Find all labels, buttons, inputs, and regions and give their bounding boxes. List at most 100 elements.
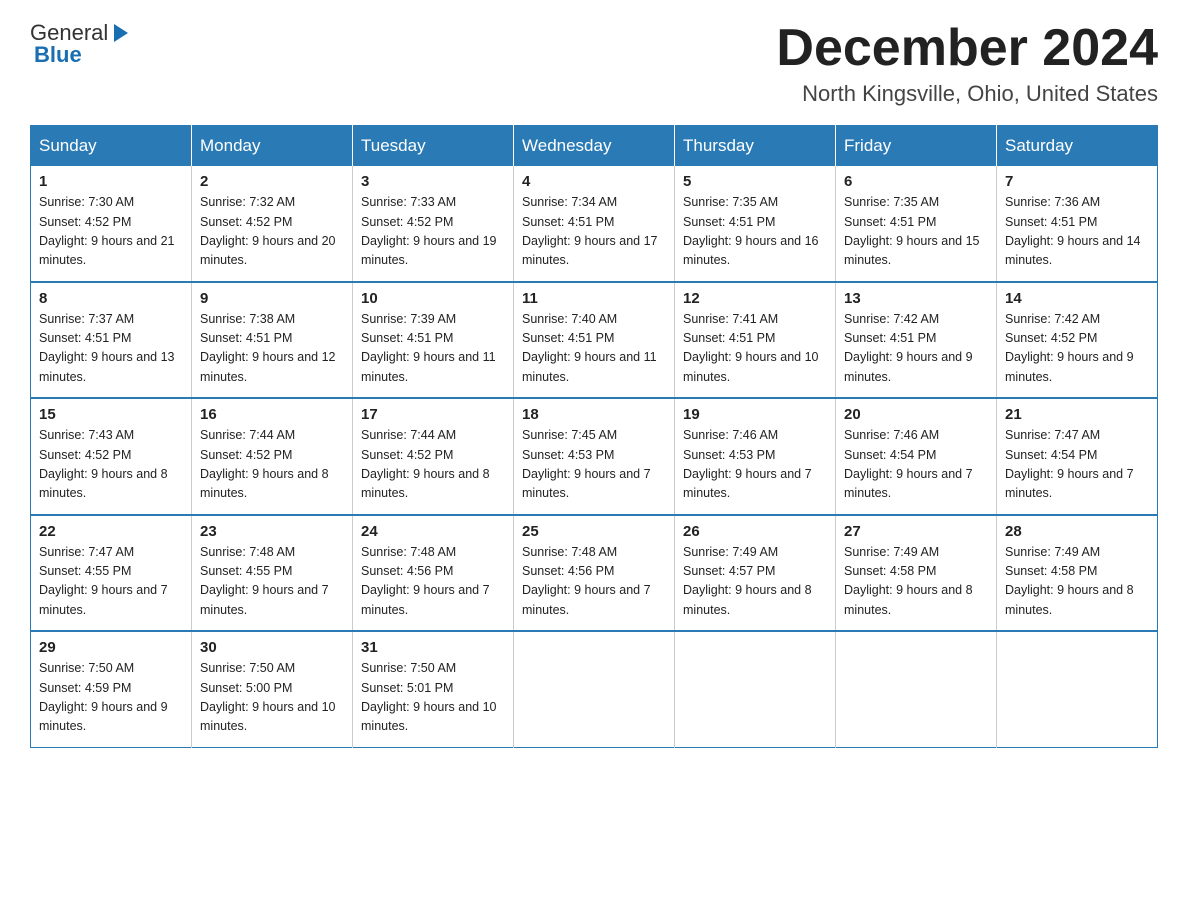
day-info: Sunrise: 7:45 AMSunset: 4:53 PMDaylight:… (522, 426, 666, 504)
calendar-cell: 2 Sunrise: 7:32 AMSunset: 4:52 PMDayligh… (192, 166, 353, 282)
calendar-cell (675, 631, 836, 747)
logo: General Blue (30, 20, 132, 68)
day-number: 1 (39, 173, 183, 190)
calendar-week-row: 15 Sunrise: 7:43 AMSunset: 4:52 PMDaylig… (31, 398, 1158, 515)
calendar-week-row: 22 Sunrise: 7:47 AMSunset: 4:55 PMDaylig… (31, 515, 1158, 632)
weekday-header-wednesday: Wednesday (514, 126, 675, 167)
weekday-header-saturday: Saturday (997, 126, 1158, 167)
day-info: Sunrise: 7:46 AMSunset: 4:53 PMDaylight:… (683, 426, 827, 504)
day-number: 29 (39, 639, 183, 656)
day-info: Sunrise: 7:44 AMSunset: 4:52 PMDaylight:… (361, 426, 505, 504)
calendar-cell: 19 Sunrise: 7:46 AMSunset: 4:53 PMDaylig… (675, 398, 836, 515)
calendar-cell: 28 Sunrise: 7:49 AMSunset: 4:58 PMDaylig… (997, 515, 1158, 632)
calendar-cell: 17 Sunrise: 7:44 AMSunset: 4:52 PMDaylig… (353, 398, 514, 515)
day-number: 22 (39, 523, 183, 540)
calendar-cell: 29 Sunrise: 7:50 AMSunset: 4:59 PMDaylig… (31, 631, 192, 747)
day-info: Sunrise: 7:39 AMSunset: 4:51 PMDaylight:… (361, 310, 505, 388)
day-info: Sunrise: 7:50 AMSunset: 4:59 PMDaylight:… (39, 659, 183, 737)
title-block: December 2024 North Kingsville, Ohio, Un… (776, 20, 1158, 107)
calendar-cell: 22 Sunrise: 7:47 AMSunset: 4:55 PMDaylig… (31, 515, 192, 632)
calendar-cell: 4 Sunrise: 7:34 AMSunset: 4:51 PMDayligh… (514, 166, 675, 282)
calendar-cell: 8 Sunrise: 7:37 AMSunset: 4:51 PMDayligh… (31, 282, 192, 399)
day-info: Sunrise: 7:40 AMSunset: 4:51 PMDaylight:… (522, 310, 666, 388)
calendar-cell: 25 Sunrise: 7:48 AMSunset: 4:56 PMDaylig… (514, 515, 675, 632)
day-info: Sunrise: 7:49 AMSunset: 4:58 PMDaylight:… (844, 543, 988, 621)
calendar-cell: 13 Sunrise: 7:42 AMSunset: 4:51 PMDaylig… (836, 282, 997, 399)
day-info: Sunrise: 7:49 AMSunset: 4:57 PMDaylight:… (683, 543, 827, 621)
day-number: 21 (1005, 406, 1149, 423)
calendar-cell: 18 Sunrise: 7:45 AMSunset: 4:53 PMDaylig… (514, 398, 675, 515)
weekday-header-row: SundayMondayTuesdayWednesdayThursdayFrid… (31, 126, 1158, 167)
day-info: Sunrise: 7:32 AMSunset: 4:52 PMDaylight:… (200, 193, 344, 271)
calendar-cell: 20 Sunrise: 7:46 AMSunset: 4:54 PMDaylig… (836, 398, 997, 515)
calendar-week-row: 1 Sunrise: 7:30 AMSunset: 4:52 PMDayligh… (31, 166, 1158, 282)
day-number: 8 (39, 290, 183, 307)
day-info: Sunrise: 7:41 AMSunset: 4:51 PMDaylight:… (683, 310, 827, 388)
calendar-cell: 6 Sunrise: 7:35 AMSunset: 4:51 PMDayligh… (836, 166, 997, 282)
day-info: Sunrise: 7:38 AMSunset: 4:51 PMDaylight:… (200, 310, 344, 388)
calendar-cell: 14 Sunrise: 7:42 AMSunset: 4:52 PMDaylig… (997, 282, 1158, 399)
logo-arrow-icon (110, 22, 132, 44)
calendar-cell: 21 Sunrise: 7:47 AMSunset: 4:54 PMDaylig… (997, 398, 1158, 515)
weekday-header-monday: Monday (192, 126, 353, 167)
calendar-cell (997, 631, 1158, 747)
calendar-cell: 24 Sunrise: 7:48 AMSunset: 4:56 PMDaylig… (353, 515, 514, 632)
day-info: Sunrise: 7:48 AMSunset: 4:55 PMDaylight:… (200, 543, 344, 621)
day-number: 24 (361, 523, 505, 540)
calendar-cell: 5 Sunrise: 7:35 AMSunset: 4:51 PMDayligh… (675, 166, 836, 282)
day-number: 31 (361, 639, 505, 656)
calendar-table: SundayMondayTuesdayWednesdayThursdayFrid… (30, 125, 1158, 748)
calendar-cell: 16 Sunrise: 7:44 AMSunset: 4:52 PMDaylig… (192, 398, 353, 515)
calendar-cell: 10 Sunrise: 7:39 AMSunset: 4:51 PMDaylig… (353, 282, 514, 399)
day-info: Sunrise: 7:47 AMSunset: 4:54 PMDaylight:… (1005, 426, 1149, 504)
weekday-header-friday: Friday (836, 126, 997, 167)
calendar-cell: 26 Sunrise: 7:49 AMSunset: 4:57 PMDaylig… (675, 515, 836, 632)
calendar-cell: 27 Sunrise: 7:49 AMSunset: 4:58 PMDaylig… (836, 515, 997, 632)
day-number: 11 (522, 290, 666, 307)
calendar-cell: 30 Sunrise: 7:50 AMSunset: 5:00 PMDaylig… (192, 631, 353, 747)
location-subtitle: North Kingsville, Ohio, United States (776, 81, 1158, 107)
weekday-header-tuesday: Tuesday (353, 126, 514, 167)
calendar-week-row: 29 Sunrise: 7:50 AMSunset: 4:59 PMDaylig… (31, 631, 1158, 747)
day-info: Sunrise: 7:48 AMSunset: 4:56 PMDaylight:… (522, 543, 666, 621)
day-number: 15 (39, 406, 183, 423)
day-number: 7 (1005, 173, 1149, 190)
day-info: Sunrise: 7:42 AMSunset: 4:52 PMDaylight:… (1005, 310, 1149, 388)
calendar-cell: 3 Sunrise: 7:33 AMSunset: 4:52 PMDayligh… (353, 166, 514, 282)
day-info: Sunrise: 7:50 AMSunset: 5:00 PMDaylight:… (200, 659, 344, 737)
calendar-week-row: 8 Sunrise: 7:37 AMSunset: 4:51 PMDayligh… (31, 282, 1158, 399)
day-number: 17 (361, 406, 505, 423)
day-info: Sunrise: 7:35 AMSunset: 4:51 PMDaylight:… (683, 193, 827, 271)
logo-block: General Blue (30, 20, 132, 68)
day-number: 10 (361, 290, 505, 307)
weekday-header-sunday: Sunday (31, 126, 192, 167)
day-number: 16 (200, 406, 344, 423)
day-info: Sunrise: 7:36 AMSunset: 4:51 PMDaylight:… (1005, 193, 1149, 271)
month-title: December 2024 (776, 20, 1158, 77)
day-number: 28 (1005, 523, 1149, 540)
day-info: Sunrise: 7:48 AMSunset: 4:56 PMDaylight:… (361, 543, 505, 621)
day-info: Sunrise: 7:37 AMSunset: 4:51 PMDaylight:… (39, 310, 183, 388)
day-number: 25 (522, 523, 666, 540)
day-number: 3 (361, 173, 505, 190)
day-info: Sunrise: 7:46 AMSunset: 4:54 PMDaylight:… (844, 426, 988, 504)
day-info: Sunrise: 7:35 AMSunset: 4:51 PMDaylight:… (844, 193, 988, 271)
day-info: Sunrise: 7:30 AMSunset: 4:52 PMDaylight:… (39, 193, 183, 271)
day-number: 6 (844, 173, 988, 190)
calendar-cell: 31 Sunrise: 7:50 AMSunset: 5:01 PMDaylig… (353, 631, 514, 747)
day-number: 27 (844, 523, 988, 540)
calendar-cell: 7 Sunrise: 7:36 AMSunset: 4:51 PMDayligh… (997, 166, 1158, 282)
calendar-cell (514, 631, 675, 747)
day-number: 13 (844, 290, 988, 307)
day-number: 12 (683, 290, 827, 307)
day-info: Sunrise: 7:50 AMSunset: 5:01 PMDaylight:… (361, 659, 505, 737)
calendar-cell: 15 Sunrise: 7:43 AMSunset: 4:52 PMDaylig… (31, 398, 192, 515)
day-info: Sunrise: 7:47 AMSunset: 4:55 PMDaylight:… (39, 543, 183, 621)
day-number: 14 (1005, 290, 1149, 307)
day-number: 9 (200, 290, 344, 307)
day-info: Sunrise: 7:49 AMSunset: 4:58 PMDaylight:… (1005, 543, 1149, 621)
day-number: 20 (844, 406, 988, 423)
day-info: Sunrise: 7:43 AMSunset: 4:52 PMDaylight:… (39, 426, 183, 504)
calendar-cell: 1 Sunrise: 7:30 AMSunset: 4:52 PMDayligh… (31, 166, 192, 282)
day-number: 26 (683, 523, 827, 540)
